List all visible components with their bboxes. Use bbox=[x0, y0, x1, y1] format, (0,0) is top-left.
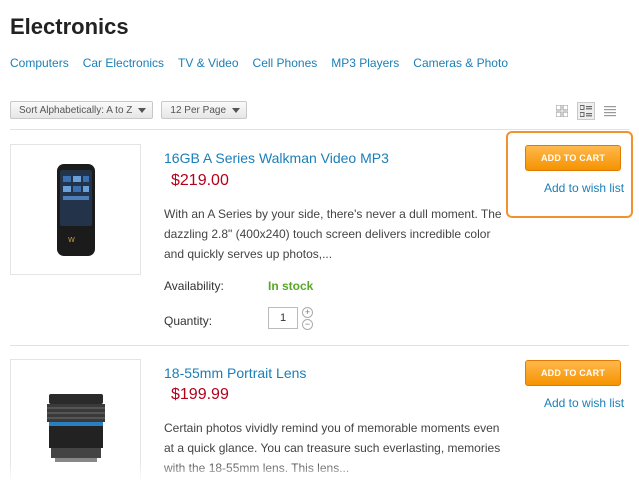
product-name-link[interactable]: 16GB A Series Walkman Video MP3 bbox=[164, 150, 389, 166]
subcategory-link-mp3-players[interactable]: MP3 Players bbox=[331, 56, 399, 70]
grid-view-icon[interactable] bbox=[553, 102, 571, 120]
page-title: Electronics bbox=[10, 14, 129, 39]
bottom-fade bbox=[0, 462, 639, 482]
minus-icon[interactable]: − bbox=[302, 319, 313, 330]
quantity-input[interactable]: 1 bbox=[268, 307, 298, 329]
product-description: With an A Series by your side, there's n… bbox=[164, 207, 502, 261]
product-image[interactable]: W bbox=[10, 144, 141, 275]
product-price: $199.99 bbox=[171, 386, 229, 403]
view-mode-switcher bbox=[553, 102, 619, 120]
toolbar-divider bbox=[10, 129, 629, 130]
subcategory-link-computers[interactable]: Computers bbox=[10, 56, 69, 70]
product-name-link[interactable]: 18-55mm Portrait Lens bbox=[164, 365, 306, 381]
availability-label: Availability: bbox=[164, 279, 224, 293]
highlight-box bbox=[506, 131, 633, 218]
per-page-select-value: 12 Per Page bbox=[170, 104, 227, 116]
subcategory-link-tv-video[interactable]: TV & Video bbox=[178, 56, 238, 70]
subcategory-link-cameras-photo[interactable]: Cameras & Photo bbox=[413, 56, 508, 70]
quantity-label: Quantity: bbox=[164, 314, 213, 328]
list-view-icon[interactable] bbox=[577, 102, 595, 120]
sort-select-value: Sort Alphabetically: A to Z bbox=[19, 104, 133, 116]
camera-lens-icon bbox=[46, 393, 105, 462]
subcategory-nav: Computers Car Electronics TV & Video Cel… bbox=[10, 56, 508, 70]
add-to-wish-list-link[interactable]: Add to wish list bbox=[544, 396, 624, 410]
mp3-player-icon: W bbox=[56, 163, 95, 256]
product-divider bbox=[10, 345, 629, 346]
sort-select[interactable]: Sort Alphabetically: A to Z bbox=[10, 101, 154, 119]
compact-list-icon[interactable] bbox=[601, 102, 619, 120]
listing-toolbar: Sort Alphabetically: A to Z 12 Per Page bbox=[10, 101, 248, 119]
subcategory-link-car-electronics[interactable]: Car Electronics bbox=[83, 56, 164, 70]
stock-status: In stock bbox=[268, 279, 314, 293]
chevron-down-icon bbox=[232, 107, 241, 113]
subcategory-link-cell-phones[interactable]: Cell Phones bbox=[253, 56, 318, 70]
plus-icon[interactable]: + bbox=[302, 307, 313, 318]
svg-text:W: W bbox=[68, 236, 75, 244]
add-to-cart-button[interactable]: ADD TO CART bbox=[525, 360, 621, 386]
per-page-select[interactable]: 12 Per Page bbox=[161, 101, 248, 119]
chevron-down-icon bbox=[138, 107, 147, 113]
product-price: $219.00 bbox=[171, 172, 229, 189]
